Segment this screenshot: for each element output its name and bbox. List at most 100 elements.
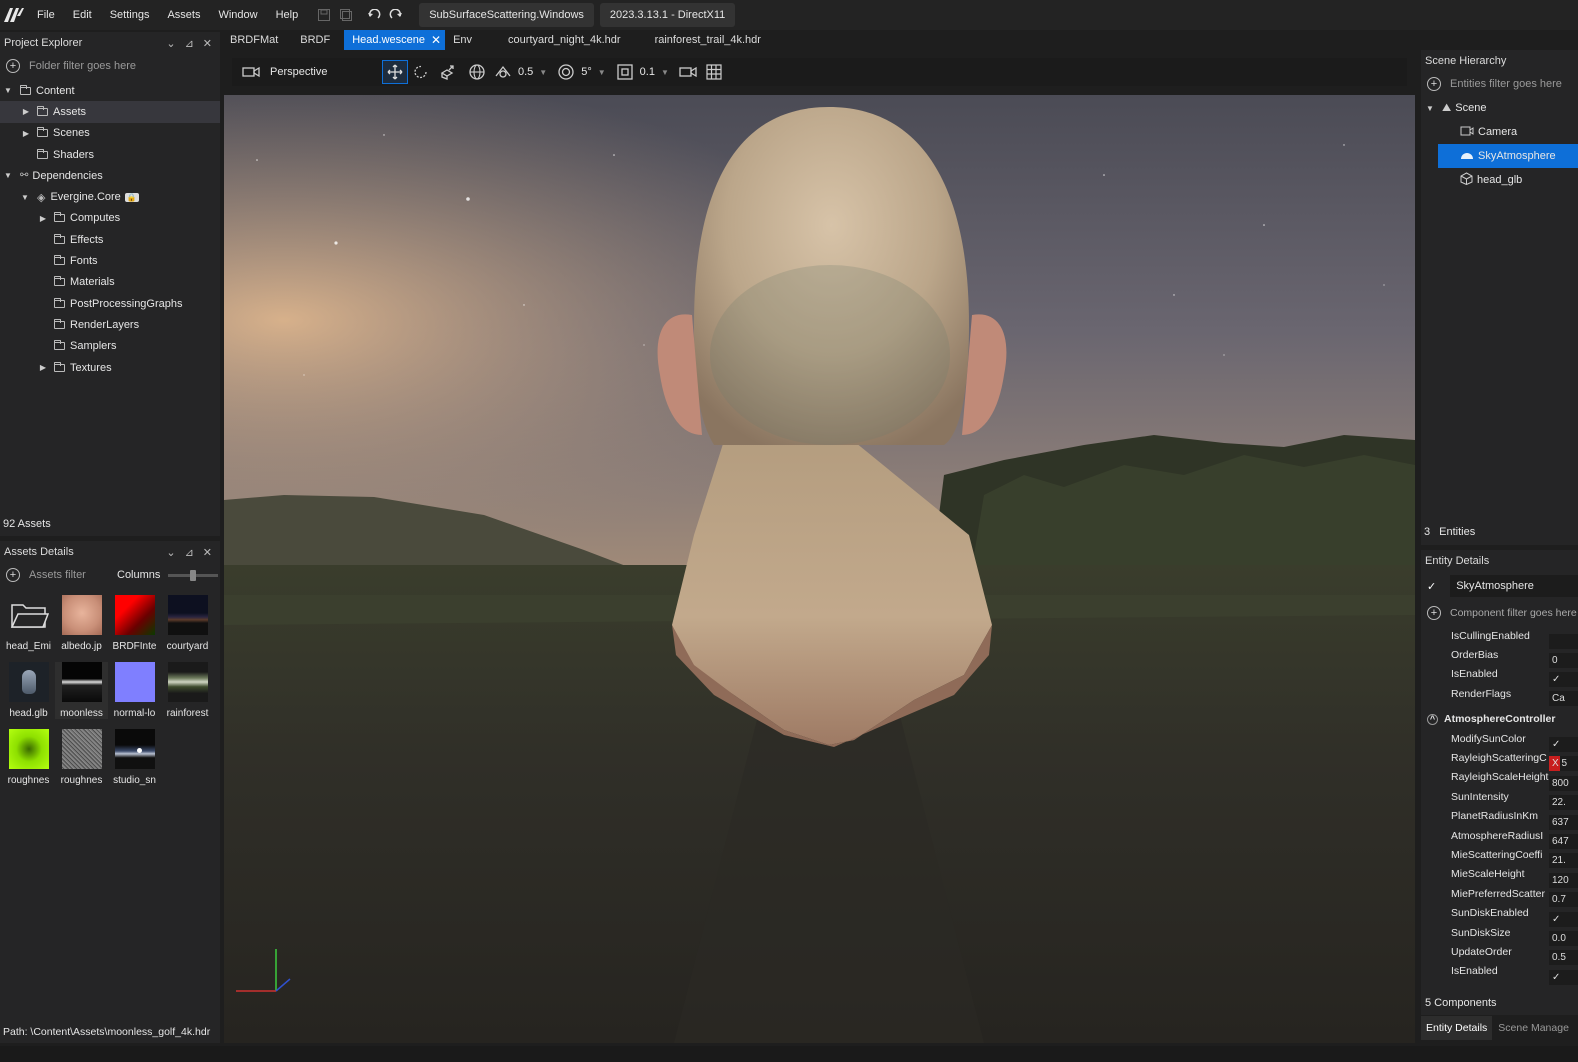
collapse-arrow-icon[interactable]: ▶ <box>37 214 49 223</box>
tree-item-camera[interactable]: Camera <box>1421 120 1578 144</box>
tab-brdf[interactable]: BRDF <box>292 30 344 50</box>
tab-scene-manager[interactable]: Scene Manage <box>1492 1016 1575 1040</box>
world-space-icon[interactable] <box>464 60 490 84</box>
prop-value-isenabled[interactable]: ✓ <box>1549 672 1578 687</box>
translate-tool-icon[interactable] <box>382 60 408 84</box>
scale-snap-value[interactable]: 0.1 <box>638 66 657 78</box>
pin-icon[interactable]: ⊿ <box>185 37 194 50</box>
collapse-arrow-icon[interactable]: ▶ <box>37 363 49 372</box>
component-filter-input[interactable]: Component filter goes here <box>1450 607 1577 619</box>
prop-value[interactable]: ✓ <box>1549 912 1578 927</box>
tab-rainforest-hdr[interactable]: rainforest_trail_4k.hdr <box>635 30 775 50</box>
grid-icon[interactable] <box>701 60 727 84</box>
entity-enabled-checkbox[interactable]: ✓ <box>1427 580 1436 593</box>
asset-item[interactable]: roughnes <box>2 729 55 786</box>
close-icon[interactable]: ✕ <box>203 37 212 50</box>
prop-value-renderflags[interactable]: Ca <box>1549 691 1578 706</box>
prop-value[interactable]: ✓ <box>1549 970 1578 985</box>
chevron-down-icon[interactable]: ▼ <box>539 68 547 77</box>
asset-item[interactable]: normal-lo <box>108 662 161 719</box>
columns-slider[interactable] <box>168 569 219 581</box>
tree-item-textures[interactable]: ▶ Textures <box>0 357 220 378</box>
collapse-icon[interactable]: ^ <box>1427 713 1438 725</box>
scene-viewport[interactable] <box>224 95 1415 1043</box>
menu-file[interactable]: File <box>28 0 64 30</box>
tree-item-scene[interactable]: ▼ ⛰ Scene <box>1421 96 1578 120</box>
asset-item[interactable]: albedo.jp <box>55 595 108 652</box>
menu-settings[interactable]: Settings <box>101 0 159 30</box>
expand-arrow-icon[interactable]: ▼ <box>19 193 31 202</box>
chevron-down-icon[interactable]: ⌄ <box>166 37 175 50</box>
asset-item[interactable]: studio_sn <box>108 729 161 786</box>
add-icon[interactable]: + <box>1427 77 1441 91</box>
prop-value[interactable]: ✓ <box>1549 737 1578 752</box>
tree-item-computes[interactable]: ▶ Computes <box>0 208 220 229</box>
rotate-snap-icon[interactable] <box>553 60 579 84</box>
tree-item-scenes[interactable]: ▶ Scenes <box>0 123 220 144</box>
prop-value-iscullingenabled[interactable] <box>1549 634 1578 649</box>
tree-item-assets[interactable]: ▶ Assets <box>0 101 220 123</box>
collapse-arrow-icon[interactable]: ▶ <box>20 107 32 116</box>
scale-tool-icon[interactable] <box>434 60 460 84</box>
tab-entity-details[interactable]: Entity Details <box>1421 1016 1493 1040</box>
component-header[interactable]: ^ AtmosphereController <box>1421 710 1578 729</box>
tab-brdfmat[interactable]: BRDFMat <box>222 30 292 50</box>
tree-item-skyatmosphere[interactable]: SkyAtmosphere <box>1438 144 1578 168</box>
tree-item-materials[interactable]: Materials <box>0 272 220 293</box>
chevron-down-icon[interactable]: ▼ <box>661 68 669 77</box>
prop-value-orderbias[interactable]: 0 <box>1549 653 1578 668</box>
tree-item-fonts[interactable]: Fonts <box>0 250 220 271</box>
asset-item[interactable]: head_Emi <box>2 595 55 652</box>
tree-item-content[interactable]: ▼ Content <box>0 80 220 101</box>
tree-item-renderlayers[interactable]: RenderLayers <box>0 314 220 335</box>
close-icon[interactable]: ✕ <box>203 546 212 559</box>
tree-item-samplers[interactable]: Samplers <box>0 336 220 357</box>
save-icon[interactable] <box>313 4 335 26</box>
prop-value[interactable]: 0.0 <box>1549 931 1578 946</box>
asset-item[interactable]: head.glb <box>2 662 55 719</box>
tab-env[interactable]: Env <box>445 30 486 50</box>
rotate-tool-icon[interactable] <box>408 60 434 84</box>
collapse-arrow-icon[interactable]: ▶ <box>20 129 32 138</box>
entity-name-input[interactable]: SkyAtmosphere <box>1450 575 1578 597</box>
add-icon[interactable]: + <box>1427 606 1441 620</box>
menu-help[interactable]: Help <box>267 0 308 30</box>
prop-value[interactable]: 0.5 <box>1549 950 1578 965</box>
camera-icon[interactable] <box>238 60 264 84</box>
asset-item[interactable]: rainforest <box>161 662 214 719</box>
folder-filter-input[interactable]: Folder filter goes here <box>29 60 136 72</box>
add-icon[interactable]: + <box>6 59 20 73</box>
asset-item[interactable]: roughnes <box>55 729 108 786</box>
expand-arrow-icon[interactable]: ▼ <box>2 86 14 95</box>
save-all-icon[interactable] <box>335 4 357 26</box>
menu-window[interactable]: Window <box>209 0 266 30</box>
tree-item-dependencies[interactable]: ▼ ⚯ Dependencies <box>0 165 220 186</box>
folder-filter[interactable]: + Folder filter goes here <box>0 54 220 78</box>
asset-item[interactable]: moonless <box>55 662 108 719</box>
prop-value[interactable]: 800 <box>1549 776 1578 791</box>
rotate-snap-value[interactable]: 5° <box>579 66 594 78</box>
undo-icon[interactable] <box>363 4 385 26</box>
translate-snap-icon[interactable] <box>490 60 516 84</box>
pin-icon[interactable]: ⊿ <box>185 546 194 559</box>
menu-edit[interactable]: Edit <box>64 0 101 30</box>
scale-snap-icon[interactable] <box>612 60 638 84</box>
menu-assets[interactable]: Assets <box>158 0 209 30</box>
expand-arrow-icon[interactable]: ▼ <box>1424 104 1436 113</box>
chevron-down-icon[interactable]: ▼ <box>598 68 606 77</box>
asset-item[interactable]: courtyard <box>161 595 214 652</box>
tree-item-postprocessinggraphs[interactable]: PostProcessingGraphs <box>0 293 220 314</box>
redo-icon[interactable] <box>385 4 407 26</box>
asset-item[interactable]: BRDFInte <box>108 595 161 652</box>
prop-value[interactable]: 637 <box>1549 815 1578 830</box>
expand-arrow-icon[interactable]: ▼ <box>2 171 14 180</box>
translate-snap-value[interactable]: 0.5 <box>516 66 535 78</box>
camera-settings-icon[interactable] <box>675 60 701 84</box>
prop-value[interactable]: 22. <box>1549 795 1578 810</box>
close-icon[interactable]: ✕ <box>431 30 441 50</box>
tree-item-shaders[interactable]: Shaders <box>0 144 220 165</box>
prop-value[interactable]: X 5 <box>1549 756 1578 771</box>
assets-filter-input[interactable]: Assets filter <box>29 569 109 581</box>
chevron-down-icon[interactable]: ⌄ <box>166 546 175 559</box>
tab-head-wescene[interactable]: Head.wescene ✕ <box>344 30 446 50</box>
